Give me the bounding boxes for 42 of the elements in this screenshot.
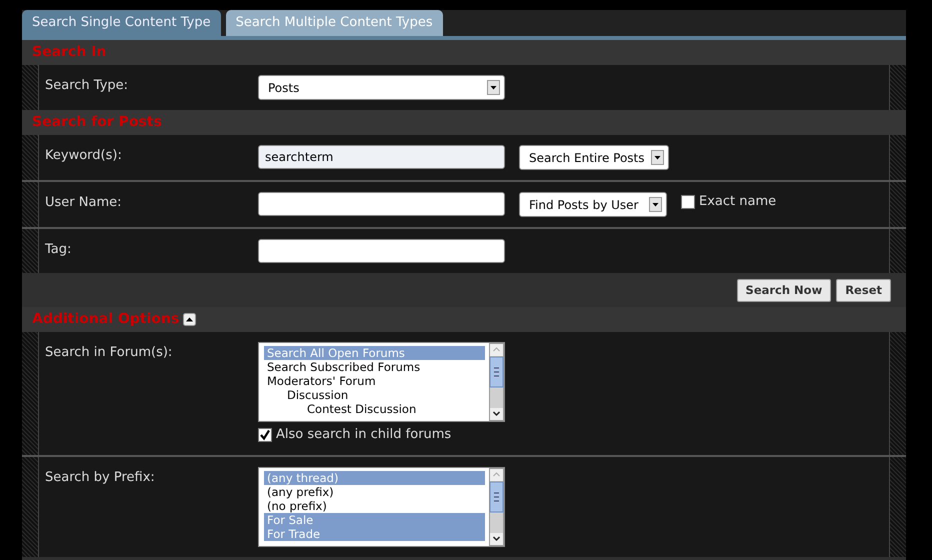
list-option[interactable]: Discussion: [264, 388, 485, 402]
tab[interactable]: Search Single Content Type: [22, 10, 221, 36]
list-box[interactable]: (any thread) (any prefix) (no prefix) For Sale For Trade: [258, 466, 505, 546]
caret-icon: [649, 197, 662, 212]
hatched-border: [890, 182, 906, 227]
caret-icon: [650, 150, 664, 165]
field-label: Search Type:: [45, 77, 130, 95]
hatched-border: [22, 229, 38, 273]
section-title: Additional Options: [32, 310, 180, 329]
section-title: Search In: [32, 43, 106, 62]
list-option[interactable]: Moderators' Forum: [264, 374, 485, 388]
button[interactable]: Reset: [836, 278, 891, 302]
field-label: Search by Prefix:: [45, 468, 156, 486]
dropdown[interactable]: Search Entire Posts: [519, 145, 668, 170]
caret-icon: [487, 80, 500, 95]
list-option[interactable]: (any prefix): [264, 484, 485, 498]
input-field[interactable]: [258, 192, 505, 216]
field-label: Keyword(s):: [45, 147, 123, 165]
input-field[interactable]: searchterm: [258, 145, 505, 169]
hatched-border: [890, 65, 906, 110]
input-field[interactable]: [258, 239, 505, 263]
list-box[interactable]: Search All Open Forums Search Subscribed Forums Moderators' Forum Discussion Contest Discussion: [258, 342, 505, 422]
field-label: Tag:: [45, 241, 72, 259]
field-label: Search in Forum(s):: [45, 344, 174, 362]
section-title: Search for Posts: [32, 113, 162, 132]
button[interactable]: Search Now: [736, 278, 832, 302]
checkbox-label: Exact name: [699, 193, 776, 211]
dropdown[interactable]: Posts: [258, 75, 505, 100]
list-option[interactable]: Contest Discussion: [264, 402, 485, 416]
list-option[interactable]: (no prefix): [264, 498, 485, 512]
hatched-border: [890, 135, 906, 180]
checkbox[interactable]: [681, 194, 695, 209]
field-label: User Name:: [45, 194, 122, 212]
list-option[interactable]: Search Subscribed Forums: [264, 360, 485, 374]
hatched-border: [22, 65, 38, 110]
checkbox[interactable]: [258, 428, 272, 442]
hatched-border: [890, 229, 906, 273]
hatched-border: [22, 182, 38, 227]
collapse-icon[interactable]: [183, 313, 196, 326]
dropdown[interactable]: Find Posts by User: [519, 192, 667, 217]
checkbox-label: Also search in child forums: [276, 426, 452, 444]
hatched-border: [22, 135, 38, 180]
